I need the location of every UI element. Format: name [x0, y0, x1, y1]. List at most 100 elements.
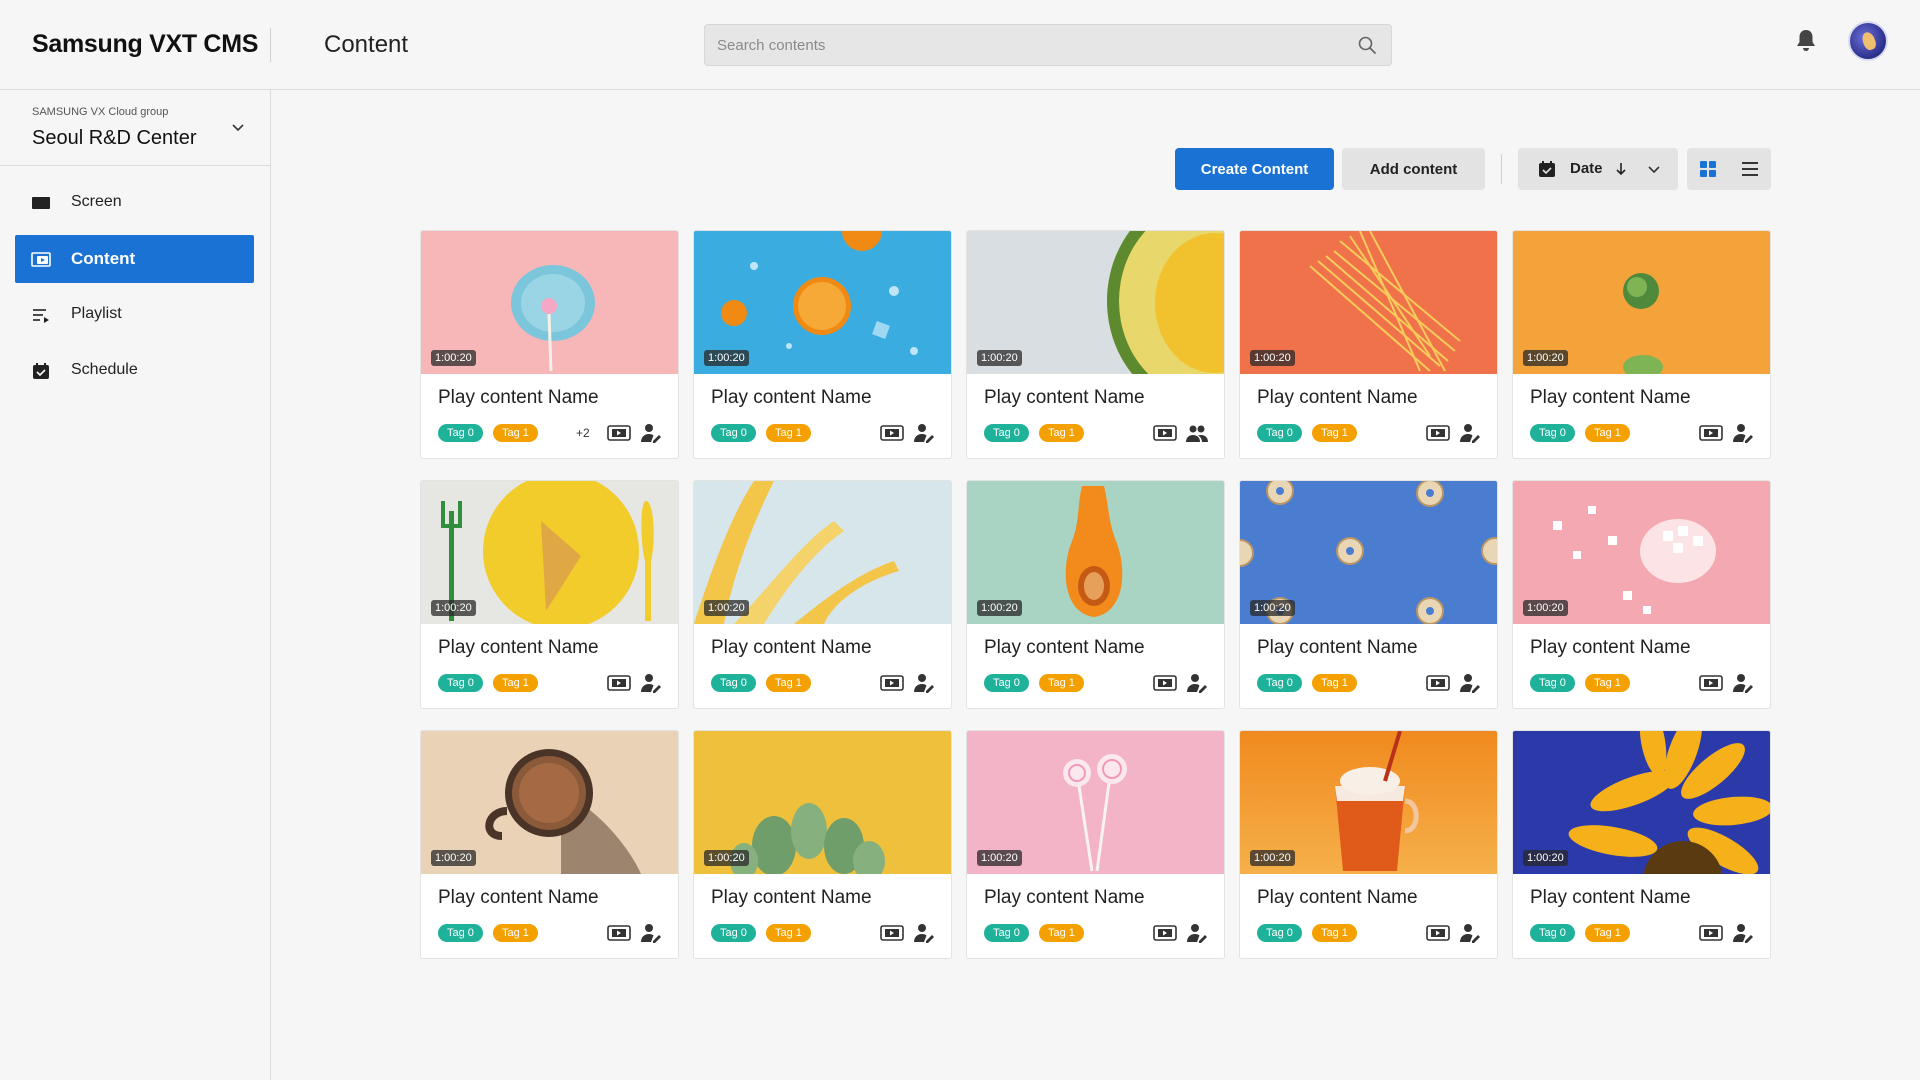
- content-card[interactable]: 1:00:20 Play content Name Tag 0 Tag 1: [1512, 480, 1771, 709]
- content-card[interactable]: 1:00:20 Play content Name Tag 0 Tag 1: [966, 230, 1225, 459]
- content-card[interactable]: 1:00:20 Play content Name Tag 0 Tag 1: [1239, 730, 1498, 959]
- user-share-icon[interactable]: [640, 923, 662, 943]
- duration-badge: 1:00:20: [1523, 350, 1568, 366]
- content-name: Play content Name: [984, 387, 1145, 408]
- group-selector[interactable]: SAMSUNG VX Cloud group Seoul R&D Center: [0, 90, 270, 166]
- sidebar-item-content[interactable]: Content: [15, 235, 254, 283]
- tag-badge: Tag 1: [1312, 924, 1357, 942]
- schedule-icon: [33, 363, 49, 379]
- tag-badge: Tag 1: [1312, 674, 1357, 692]
- user-share-icon[interactable]: [1459, 673, 1481, 693]
- grid-icon: [1700, 161, 1716, 177]
- content-card[interactable]: 1:00:20 Play content Name Tag 0 Tag 1: [966, 730, 1225, 959]
- user-share-icon[interactable]: [1732, 923, 1754, 943]
- content-card[interactable]: 1:00:20 Play content Name Tag 0 Tag 1: [420, 730, 679, 959]
- content-card[interactable]: 1:00:20 Play content Name Tag 0 Tag 1: [693, 480, 952, 709]
- content-name: Play content Name: [438, 637, 599, 658]
- sidebar-item-schedule[interactable]: Schedule: [15, 347, 254, 395]
- media-icon: [1153, 675, 1177, 691]
- duration-badge: 1:00:20: [1523, 600, 1568, 616]
- search-box: [704, 24, 1392, 66]
- user-share-icon[interactable]: [1459, 923, 1481, 943]
- sidebar-item-screen[interactable]: Screen: [15, 179, 254, 227]
- media-icon: [1153, 925, 1177, 941]
- duration-badge: 1:00:20: [1250, 350, 1295, 366]
- content-card[interactable]: 1:00:20 Play content Name Tag 0 Tag 1: [693, 230, 952, 459]
- user-share-icon[interactable]: [1186, 923, 1208, 943]
- content-card[interactable]: 1:00:20 Play content Name Tag 0 Tag 1: [966, 480, 1225, 709]
- duration-badge: 1:00:20: [1523, 850, 1568, 866]
- avatar[interactable]: [1848, 21, 1888, 61]
- content-name: Play content Name: [711, 637, 872, 658]
- tag-badge: Tag 1: [766, 424, 811, 442]
- tag-badge: Tag 1: [493, 674, 538, 692]
- tag-badge: Tag 0: [711, 674, 756, 692]
- duration-badge: 1:00:20: [704, 850, 749, 866]
- media-icon: [1426, 675, 1450, 691]
- create-content-button[interactable]: Create Content: [1175, 148, 1334, 190]
- user-share-icon[interactable]: [1732, 673, 1754, 693]
- arrow-down-icon: [1616, 163, 1626, 176]
- user-share-icon[interactable]: [1186, 673, 1208, 693]
- tag-badge: Tag 0: [984, 424, 1029, 442]
- sidebar-item-label: Screen: [71, 193, 122, 210]
- media-icon: [1153, 425, 1177, 441]
- content-name: Play content Name: [984, 637, 1145, 658]
- more-tags-count[interactable]: +2: [576, 426, 590, 440]
- user-share-icon[interactable]: [640, 673, 662, 693]
- app-logo[interactable]: Samsung VXT CMS: [32, 30, 258, 59]
- content-card[interactable]: 1:00:20 Play content Name Tag 0 Tag 1: [693, 730, 952, 959]
- tag-badge: Tag 1: [1585, 674, 1630, 692]
- content-name: Play content Name: [438, 887, 599, 908]
- content-card[interactable]: 1:00:20 Play content Name Tag 0 Tag 1: [420, 480, 679, 709]
- tag-badge: Tag 1: [1585, 924, 1630, 942]
- media-icon: [607, 425, 631, 441]
- tag-badge: Tag 1: [493, 924, 538, 942]
- add-content-button[interactable]: Add content: [1342, 148, 1485, 190]
- content-card[interactable]: 1:00:20 Play content Name Tag 0 Tag 1: [1512, 230, 1771, 459]
- user-share-icon[interactable]: [913, 923, 935, 943]
- tag-badge: Tag 0: [1257, 924, 1302, 942]
- media-icon: [1699, 425, 1723, 441]
- tag-badge: Tag 0: [1530, 924, 1575, 942]
- search-input[interactable]: [717, 25, 1327, 65]
- user-share-icon[interactable]: [1459, 423, 1481, 443]
- content-card[interactable]: 1:00:20 Play content Name Tag 0 Tag 1 +2: [420, 230, 679, 459]
- header-divider: [270, 28, 271, 62]
- media-icon: [607, 675, 631, 691]
- view-toggle: [1687, 148, 1771, 190]
- sidebar-item-label: Schedule: [71, 361, 138, 378]
- media-icon: [880, 425, 904, 441]
- media-icon: [1699, 675, 1723, 691]
- users-group-icon[interactable]: [1186, 423, 1208, 443]
- tag-badge: Tag 0: [438, 674, 483, 692]
- content-card[interactable]: 1:00:20 Play content Name Tag 0 Tag 1: [1512, 730, 1771, 959]
- list-icon: [1742, 162, 1758, 176]
- user-share-icon[interactable]: [1732, 423, 1754, 443]
- duration-badge: 1:00:20: [704, 350, 749, 366]
- grid-view-button[interactable]: [1687, 148, 1729, 190]
- tag-badge: Tag 1: [766, 674, 811, 692]
- sidebar-item-label: Playlist: [71, 305, 122, 322]
- duration-badge: 1:00:20: [977, 600, 1022, 616]
- content-card[interactable]: 1:00:20 Play content Name Tag 0 Tag 1: [1239, 230, 1498, 459]
- bell-icon[interactable]: [1794, 28, 1818, 54]
- media-icon: [1426, 925, 1450, 941]
- list-view-button[interactable]: [1729, 148, 1771, 190]
- tag-badge: Tag 0: [711, 424, 756, 442]
- content-name: Play content Name: [438, 387, 599, 408]
- content-card[interactable]: 1:00:20 Play content Name Tag 0 Tag 1: [1239, 480, 1498, 709]
- duration-badge: 1:00:20: [977, 850, 1022, 866]
- content-name: Play content Name: [711, 387, 872, 408]
- search-icon[interactable]: [1357, 35, 1377, 55]
- sidebar-item-playlist[interactable]: Playlist: [15, 291, 254, 339]
- chevron-down-icon[interactable]: [230, 120, 246, 136]
- content-name: Play content Name: [1530, 887, 1691, 908]
- duration-badge: 1:00:20: [431, 850, 476, 866]
- user-share-icon[interactable]: [913, 673, 935, 693]
- sort-dropdown[interactable]: Date: [1518, 148, 1678, 190]
- user-share-icon[interactable]: [913, 423, 935, 443]
- tag-badge: Tag 0: [984, 674, 1029, 692]
- user-share-icon[interactable]: [640, 423, 662, 443]
- duration-badge: 1:00:20: [431, 350, 476, 366]
